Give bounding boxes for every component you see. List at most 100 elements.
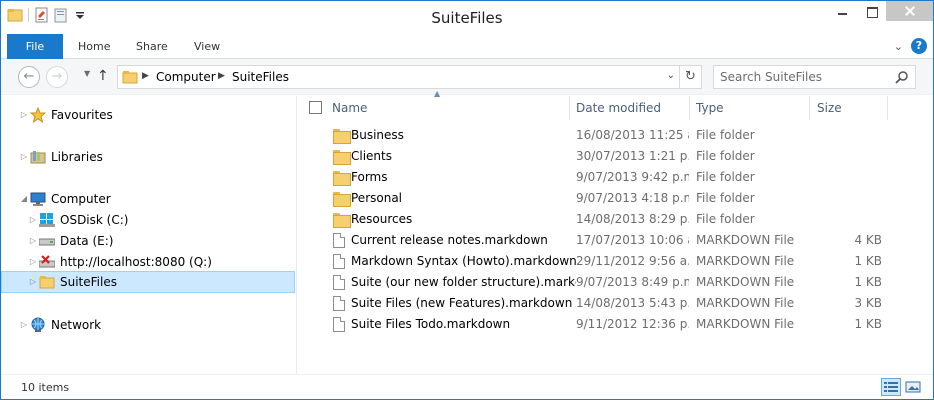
file-size: 1 KB	[854, 317, 882, 331]
date-modified: 14/08/2013 5:43 p....	[576, 296, 689, 310]
expand-arrow-icon[interactable]: ▷	[27, 251, 39, 273]
tree-item-label: Data (E:)	[60, 234, 114, 248]
tree-item-data-drive[interactable]: ▷ Data (E:)	[1, 230, 295, 252]
file-row[interactable]: Suite (our new folder structure).markd..…	[298, 272, 933, 293]
file-name: Business	[351, 128, 404, 142]
window-controls	[828, 1, 933, 21]
file-name: Suite (our new folder structure).markd..…	[351, 275, 576, 289]
tree-item-computer[interactable]: ◢ Computer	[1, 188, 295, 210]
expand-arrow-icon[interactable]: ▷	[27, 230, 39, 252]
breadcrumb-separator-icon[interactable]: ▶	[218, 71, 225, 81]
file-name: Clients	[351, 149, 392, 163]
file-row[interactable]: Forms 9/07/2013 9:42 p.m. File folder	[298, 167, 933, 188]
document-icon	[333, 275, 347, 290]
expand-ribbon-icon[interactable]: ⌄	[894, 40, 903, 53]
large-icons-view-icon	[905, 381, 921, 393]
column-divider[interactable]	[689, 96, 690, 120]
help-icon[interactable]: ?	[911, 38, 927, 54]
folder-icon	[39, 274, 55, 290]
document-icon	[333, 317, 347, 332]
date-modified: 9/07/2013 9:42 p.m.	[576, 170, 689, 184]
minimize-button[interactable]	[828, 1, 857, 21]
date-modified: 30/07/2013 1:21 p....	[576, 149, 689, 163]
expand-arrow-icon[interactable]: ▷	[18, 314, 30, 336]
tree-item-libraries[interactable]: ▷ Libraries	[1, 146, 295, 168]
file-name: Resources	[351, 212, 413, 226]
tree-item-network[interactable]: ▷ Network	[1, 314, 295, 336]
breadcrumb-separator-icon[interactable]: ▶	[142, 71, 149, 81]
back-arrow-icon: ←	[23, 69, 35, 84]
up-arrow-icon[interactable]: ↑	[97, 68, 109, 84]
file-row[interactable]: Business 16/08/2013 11:25 a... File folder	[298, 125, 933, 146]
document-icon	[333, 233, 347, 248]
select-all-checkbox[interactable]	[309, 101, 322, 114]
expand-arrow-icon[interactable]: ▷	[18, 146, 30, 168]
search-box[interactable]	[713, 65, 916, 89]
tab-share[interactable]: Share	[136, 34, 168, 59]
file-row[interactable]: Markdown Syntax (Howto).markdown 29/11/20…	[298, 251, 933, 272]
title-bar: SuiteFiles	[1, 1, 933, 34]
tab-file[interactable]: File	[7, 34, 63, 59]
tree-item-network-drive[interactable]: ▷ http://localhost:8080 (Q:)	[1, 251, 295, 273]
search-icon[interactable]	[895, 70, 909, 84]
recent-locations-dropdown[interactable]: ▼	[84, 69, 90, 78]
folder-icon	[333, 128, 351, 144]
column-header-date-modified[interactable]: Date modified	[576, 96, 661, 120]
tree-item-label: Libraries	[51, 150, 103, 164]
tree-item-label: SuiteFiles	[60, 275, 117, 289]
tree-item-label: OSDisk (C:)	[60, 213, 129, 227]
file-row[interactable]: Suite Files Todo.markdown 9/11/2012 12:36…	[298, 314, 933, 335]
file-name: Suite Files (new Features).markdown	[351, 296, 573, 310]
file-row[interactable]: Personal 9/07/2013 4:18 p.m. File folder	[298, 188, 933, 209]
column-header-size[interactable]: Size	[817, 96, 842, 120]
file-row[interactable]: Current release notes.markdown 17/07/2013…	[298, 230, 933, 251]
tab-view[interactable]: View	[194, 34, 220, 59]
expand-arrow-icon[interactable]: ▷	[27, 209, 39, 231]
sort-ascending-icon: ▲	[434, 89, 441, 98]
windows-drive-icon	[39, 212, 55, 228]
maximize-button[interactable]	[857, 1, 886, 21]
column-header-name[interactable]: Name	[332, 96, 367, 120]
expand-arrow-icon[interactable]: ▷	[18, 104, 30, 126]
tab-home[interactable]: Home	[78, 34, 110, 59]
file-type: File folder	[696, 191, 755, 205]
ribbon-tabs: File Home Share View ⌄ ?	[1, 34, 933, 59]
breadcrumb-computer[interactable]: Computer	[156, 70, 216, 84]
status-bar: 10 items	[1, 374, 933, 399]
collapse-arrow-icon[interactable]: ◢	[18, 188, 30, 210]
file-type: MARKDOWN File	[696, 233, 795, 247]
details-view-button[interactable]	[881, 378, 901, 396]
address-bar[interactable]: ▶ Computer ▶ SuiteFiles ⌄ ↻	[117, 65, 702, 89]
tree-item-suitefiles[interactable]: ▷ SuiteFiles	[1, 271, 295, 293]
file-name: Personal	[351, 191, 403, 205]
column-divider[interactable]	[569, 96, 570, 120]
file-name: Forms	[351, 170, 388, 184]
search-input[interactable]	[720, 69, 890, 85]
address-history-dropdown-icon[interactable]: ⌄	[667, 70, 675, 81]
refresh-icon[interactable]: ↻	[679, 66, 701, 88]
file-row[interactable]: Clients 30/07/2013 1:21 p.... File folder	[298, 146, 933, 167]
disconnected-drive-icon	[38, 254, 56, 270]
large-icons-view-button[interactable]	[903, 378, 923, 396]
item-count: 10 items	[21, 381, 70, 394]
close-button[interactable]	[886, 1, 933, 21]
expand-arrow-icon[interactable]: ▷	[27, 271, 39, 293]
column-header-type[interactable]: Type	[696, 96, 724, 120]
column-divider[interactable]	[887, 96, 888, 120]
file-row[interactable]: Resources 14/08/2013 8:29 p.... File folde…	[298, 209, 933, 230]
folder-icon	[333, 212, 351, 228]
tree-item-osdisk[interactable]: ▷ OSDisk (C:)	[1, 209, 295, 231]
tree-item-label: Computer	[51, 192, 111, 206]
window-title: SuiteFiles	[431, 9, 503, 27]
column-divider[interactable]	[809, 96, 810, 120]
file-type: MARKDOWN File	[696, 296, 795, 310]
date-modified: 9/11/2012 12:36 p....	[576, 317, 689, 331]
date-modified: 9/07/2013 8:49 p.m.	[576, 275, 689, 289]
breadcrumb-suitefiles[interactable]: SuiteFiles	[232, 70, 289, 84]
forward-button[interactable]: →	[46, 66, 68, 88]
back-button[interactable]: ←	[18, 66, 40, 88]
file-row[interactable]: Suite Files (new Features).markdown 14/08…	[298, 293, 933, 314]
tree-item-favourites[interactable]: ▷ Favourites	[1, 104, 295, 126]
folder-icon	[333, 170, 351, 186]
file-list: ▲ Name Date modified Type Size Business 1…	[298, 89, 933, 374]
